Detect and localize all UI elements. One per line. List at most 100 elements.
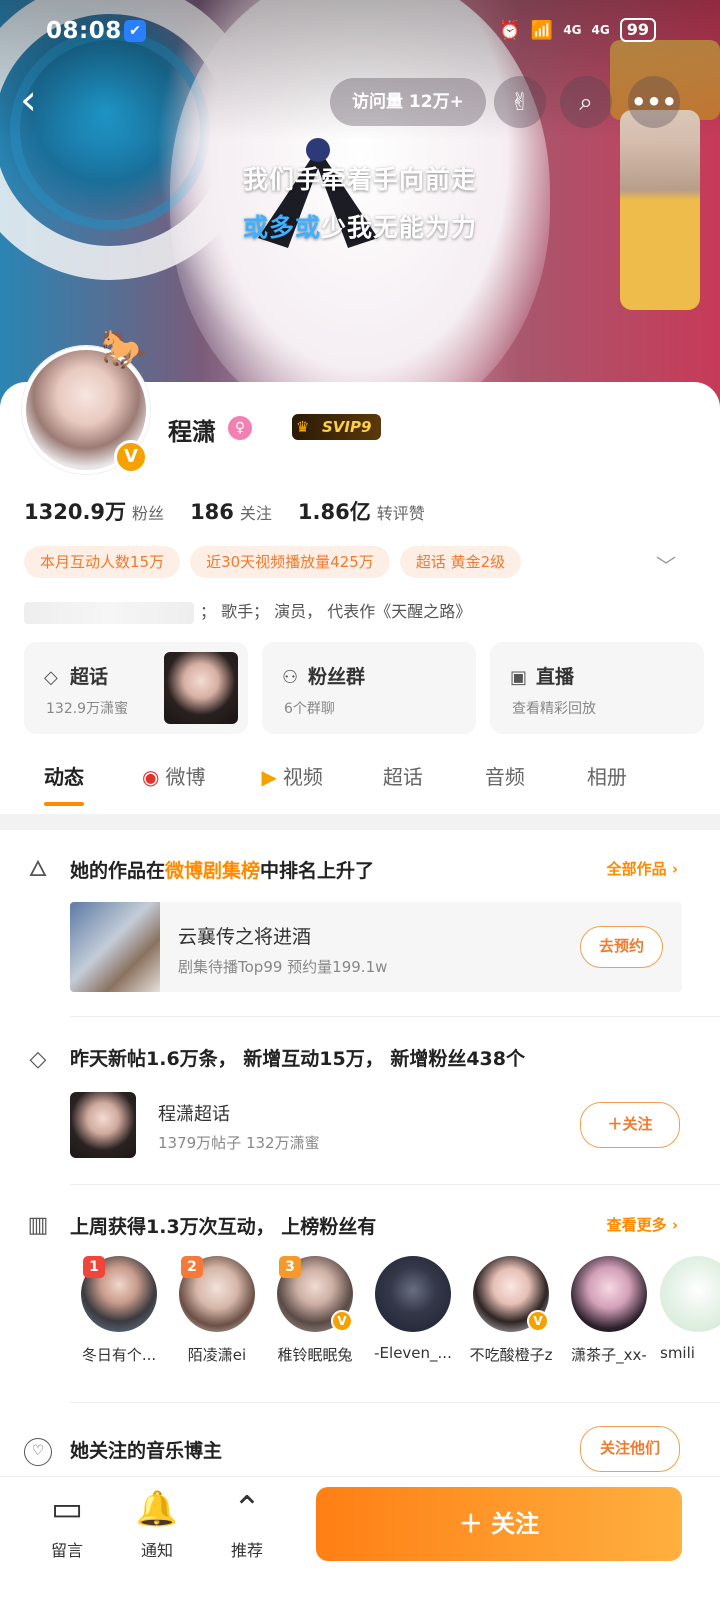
tab-weibo[interactable]: ◉ 微博 bbox=[142, 752, 205, 808]
chevron-down-icon[interactable]: ﹀ bbox=[656, 550, 676, 579]
rank-badge: 2 bbox=[181, 1256, 203, 1278]
work-title: 云襄传之将进酒 bbox=[178, 926, 312, 948]
topic-title[interactable]: 程潇超话 bbox=[158, 1100, 230, 1126]
fan-avatar bbox=[375, 1256, 451, 1332]
search-icon[interactable]: ⌕ bbox=[560, 76, 612, 128]
follow-topic-button[interactable]: ＋关注 bbox=[580, 1102, 680, 1148]
lyric-line-2: 或多或少我无能为力 bbox=[242, 213, 478, 242]
fan-avatar: 2 bbox=[179, 1256, 255, 1332]
plus-icon: ＋ bbox=[458, 1510, 492, 1538]
profile-tags: 本月互动人数15万 近30天视频播放量425万 超话 黄金2级 bbox=[24, 546, 522, 578]
tab-album[interactable]: 相册 bbox=[587, 752, 627, 808]
rank-badge: 3 bbox=[279, 1256, 301, 1278]
profile-name: 程潇 bbox=[168, 418, 216, 446]
fan-item[interactable]: V 不吃酸橙子z bbox=[464, 1256, 558, 1365]
bell-add-icon: 🔔 bbox=[135, 1489, 179, 1529]
alarm-icon: ⏰ bbox=[498, 19, 521, 41]
supertopic-thumbnail bbox=[164, 652, 238, 724]
feature-cards: ◇ 超话 132.9万潇蜜 ⚇ 粉丝群 6个群聊 ▣ 直播 查看精彩回放 bbox=[24, 642, 704, 734]
rank-badge: 1 bbox=[83, 1256, 105, 1278]
recommend-button[interactable]: ⌃ 推荐 bbox=[212, 1487, 282, 1561]
active-tab-indicator bbox=[44, 802, 84, 806]
topic-section-title: 昨天新帖1.6万条， 新增互动15万， 新增粉丝438个 bbox=[70, 1048, 525, 1070]
all-works-link[interactable]: 全部作品 › bbox=[607, 858, 678, 879]
top-nav: ‹ 访问量 12万+ ✌ ⌕ ••• bbox=[0, 72, 720, 132]
see-more-link[interactable]: 查看更多 › bbox=[607, 1214, 678, 1235]
female-icon: ♀ bbox=[228, 416, 252, 440]
stat-fans[interactable]: 1320.9万 粉丝 bbox=[24, 496, 164, 526]
lyric-line-1: 我们手牵着手向前走 bbox=[242, 165, 477, 194]
verified-badge-icon: V bbox=[114, 440, 148, 474]
topic-subtitle: 1379万帖子 132万潇蜜 bbox=[158, 1134, 320, 1152]
diamond-icon: ◇ bbox=[44, 667, 58, 688]
fan-item[interactable]: 潇茶子_xx- bbox=[562, 1256, 656, 1365]
tab-feed[interactable]: 动态 bbox=[44, 752, 84, 808]
verified-badge-icon: V bbox=[527, 1310, 549, 1332]
section-separator bbox=[0, 814, 720, 830]
top-fans-list: 1 冬日有个... 2 陌凌潇ei 3 V 稚铃眠眠兔 -Eleven_... … bbox=[72, 1256, 720, 1376]
crown-icon: ♛ bbox=[296, 418, 310, 436]
plus-icon: ＋ bbox=[607, 1115, 623, 1133]
diamond-icon: ◇ bbox=[29, 1047, 47, 1072]
tab-supertopic[interactable]: 超话 bbox=[383, 752, 423, 808]
profile-tabs: 动态 ◉ 微博 ▶ 视频 超话 音频 相册 bbox=[0, 752, 720, 808]
bottom-action-bar: ▭ 留言 🔔 通知 ⌃ 推荐 ＋ 关注 bbox=[0, 1476, 720, 1604]
flame-icon: 🜂 bbox=[28, 857, 48, 882]
supertopic-avatar[interactable] bbox=[70, 1092, 136, 1158]
notification-app-icon: ✔ bbox=[124, 20, 146, 42]
fan-avatar: 3 V bbox=[277, 1256, 353, 1332]
follow-button[interactable]: ＋ 关注 bbox=[316, 1487, 682, 1561]
feature-supertopic[interactable]: ◇ 超话 132.9万潇蜜 bbox=[24, 642, 248, 734]
tag-supertopic-level[interactable]: 超话 黄金2级 bbox=[399, 546, 522, 578]
bar-chart-icon: ▥ bbox=[27, 1213, 49, 1238]
fan-item[interactable]: smili bbox=[660, 1256, 720, 1362]
work-card[interactable]: 云襄传之将进酒 剧集待播Top99 预约量199.1w 去预约 bbox=[70, 902, 682, 992]
fan-avatar: 1 bbox=[81, 1256, 157, 1332]
rank-section-title: 她的作品在微博剧集榜中排名上升了 bbox=[70, 860, 375, 882]
stat-likes[interactable]: 1.86亿 转评赞 bbox=[298, 496, 425, 526]
fan-item[interactable]: -Eleven_... bbox=[366, 1256, 460, 1362]
wifi-icon: 📶 bbox=[530, 19, 554, 41]
tv-icon: ▣ bbox=[510, 667, 528, 688]
more-options-icon[interactable]: ••• bbox=[628, 76, 680, 128]
drama-poster bbox=[70, 902, 160, 992]
status-time: 08:08 bbox=[46, 18, 122, 44]
svip-badge[interactable]: ♛ SVIP9 bbox=[292, 414, 382, 440]
stat-following[interactable]: 186 关注 bbox=[190, 500, 272, 524]
weibo-logo-icon: ◉ bbox=[142, 765, 160, 789]
signal-icon: 4G bbox=[563, 23, 582, 37]
fans-section-title: 上周获得1.3万次互动， 上榜粉丝有 bbox=[70, 1216, 377, 1238]
fan-item[interactable]: 2 陌凌潇ei bbox=[170, 1256, 264, 1365]
profile-bio[interactable]: ； 歌手； 演员， 代表作《天醒之路》 bbox=[24, 598, 471, 624]
status-bar: 08:08 ✔ ⏰ 📶 4G 4G 99 bbox=[0, 0, 720, 64]
chevron-up-circle-icon: ⌃ bbox=[232, 1489, 262, 1529]
signal-icon: 4G bbox=[591, 23, 610, 37]
tab-video[interactable]: ▶ 视频 bbox=[261, 752, 322, 808]
fan-avatar: V bbox=[473, 1256, 549, 1332]
feature-live[interactable]: ▣ 直播 查看精彩回放 bbox=[490, 642, 704, 734]
gesture-hand-icon[interactable]: ✌ bbox=[494, 76, 546, 128]
message-icon: ▭ bbox=[50, 1489, 84, 1529]
horse-pendant-icon: 🐎 bbox=[100, 327, 148, 371]
visits-badge[interactable]: 访问量 12万+ bbox=[330, 78, 486, 126]
feature-fan-groups[interactable]: ⚇ 粉丝群 6个群聊 bbox=[262, 642, 476, 734]
tab-audio[interactable]: 音频 bbox=[485, 752, 525, 808]
fan-avatar bbox=[660, 1256, 720, 1332]
play-icon: ▶ bbox=[261, 765, 277, 789]
back-arrow-icon[interactable]: ‹ bbox=[20, 79, 50, 121]
tag-video-plays[interactable]: 近30天视频播放量425万 bbox=[190, 546, 390, 578]
group-icon: ⚇ bbox=[282, 667, 299, 688]
profile-stats: 1320.9万 粉丝 186 关注 1.86亿 转评赞 bbox=[24, 496, 425, 526]
battery-icon: 99 bbox=[619, 18, 656, 42]
verified-badge-icon: V bbox=[331, 1310, 353, 1332]
fan-item[interactable]: 1 冬日有个... bbox=[72, 1256, 166, 1365]
work-subtitle: 剧集待播Top99 预约量199.1w bbox=[178, 958, 388, 976]
notify-button[interactable]: 🔔 通知 bbox=[122, 1487, 192, 1561]
music-section-title: 她关注的音乐博主 bbox=[70, 1440, 223, 1462]
reserve-button[interactable]: 去预约 bbox=[580, 926, 664, 968]
fan-item[interactable]: 3 V 稚铃眠眠兔 bbox=[268, 1256, 362, 1365]
follow-them-button[interactable]: 关注他们 bbox=[580, 1426, 680, 1472]
tag-interaction[interactable]: 本月互动人数15万 bbox=[24, 546, 181, 578]
message-button[interactable]: ▭ 留言 bbox=[32, 1487, 102, 1561]
heart-icon: ♡ bbox=[24, 1438, 52, 1466]
